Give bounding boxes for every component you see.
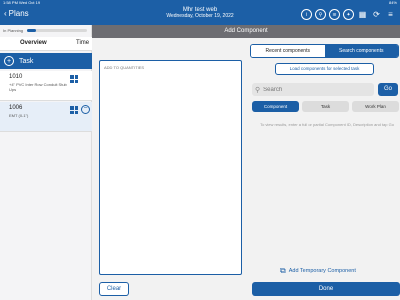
- clear-button[interactable]: Clear: [99, 282, 129, 296]
- tab-recent-components[interactable]: Recent components: [251, 45, 325, 57]
- add-component-icon: ⧉: [280, 266, 286, 275]
- sync-icon[interactable]: ⟳: [371, 9, 382, 20]
- go-button[interactable]: Go: [378, 83, 398, 96]
- task-description: EMT (0-1"): [9, 113, 29, 118]
- task-number: 1010: [9, 74, 23, 80]
- grid-icon[interactable]: [70, 75, 78, 83]
- task-row-1010[interactable]: 1010 +4" PVC Inter Row Conduit Stub Ups: [0, 71, 92, 101]
- filter-work-plan[interactable]: Work Plan: [352, 101, 399, 112]
- add-component-modal: Clear Recent components Search component…: [92, 38, 400, 300]
- back-label: Plans: [8, 9, 29, 18]
- info-icon[interactable]: i: [301, 9, 312, 20]
- task-header-label: Task: [19, 57, 34, 65]
- search-icon: ⚲: [255, 86, 261, 94]
- layers-icon[interactable]: ≋: [329, 9, 340, 20]
- search-field: ⚲: [252, 83, 374, 96]
- remove-icon[interactable]: −: [81, 105, 90, 114]
- search-hint: To view results, enter a full or partial…: [260, 122, 394, 127]
- component-source-toggle: Recent components Search components: [250, 44, 399, 58]
- back-button[interactable]: ‹ Plans: [4, 9, 29, 18]
- done-button[interactable]: Done: [252, 282, 400, 296]
- add-task-button[interactable]: + Task: [0, 53, 92, 69]
- menu-icon[interactable]: ≡: [385, 9, 396, 20]
- task-row-1006[interactable]: 1006 EMT (0-1") −: [0, 102, 92, 132]
- plan-progress-bar: [27, 29, 87, 32]
- page-subtitle: Wednesday, October 19, 2022: [166, 13, 234, 19]
- navigation-bar: ‹ Plans Mhr test web Wednesday, October …: [0, 5, 400, 25]
- task-panel: In Planning Overview Time + Task 1010 +4…: [0, 25, 92, 300]
- add-temporary-component-button[interactable]: ⧉ Add Temporary Component: [280, 266, 356, 276]
- tab-time[interactable]: Time: [76, 40, 89, 46]
- tab-overview[interactable]: Overview: [20, 40, 47, 46]
- nav-icon-group: i ⚲ ≋ ✦ ▦ ⟳ ≡: [301, 9, 396, 20]
- plan-progress-fill: [27, 29, 36, 32]
- compass-icon[interactable]: ✦: [343, 9, 354, 20]
- plan-status-label: In Planning: [3, 28, 24, 33]
- filter-component[interactable]: Component: [252, 101, 299, 112]
- task-number: 1006: [9, 105, 23, 111]
- grid-icon[interactable]: [70, 106, 78, 114]
- search-input[interactable]: [263, 86, 364, 93]
- quantities-textarea[interactable]: [99, 60, 242, 275]
- nav-title-block: Mhr test web Wednesday, October 19, 2022: [140, 7, 260, 19]
- panel-tabs: Overview Time: [0, 37, 92, 51]
- load-components-button[interactable]: Load components for selected task: [275, 63, 374, 75]
- person-search-icon[interactable]: ⚲: [315, 9, 326, 20]
- add-temporary-label: Add Temporary Component: [288, 268, 356, 274]
- filter-task[interactable]: Task: [302, 101, 349, 112]
- task-description: +4" PVC Inter Row Conduit Stub Ups: [9, 82, 67, 92]
- grid-icon[interactable]: ▦: [357, 9, 368, 20]
- plus-icon: +: [4, 56, 14, 66]
- modal-title: Add Component: [92, 25, 400, 38]
- tab-search-components[interactable]: Search components: [324, 45, 398, 57]
- chevron-left-icon: ‹: [4, 9, 7, 18]
